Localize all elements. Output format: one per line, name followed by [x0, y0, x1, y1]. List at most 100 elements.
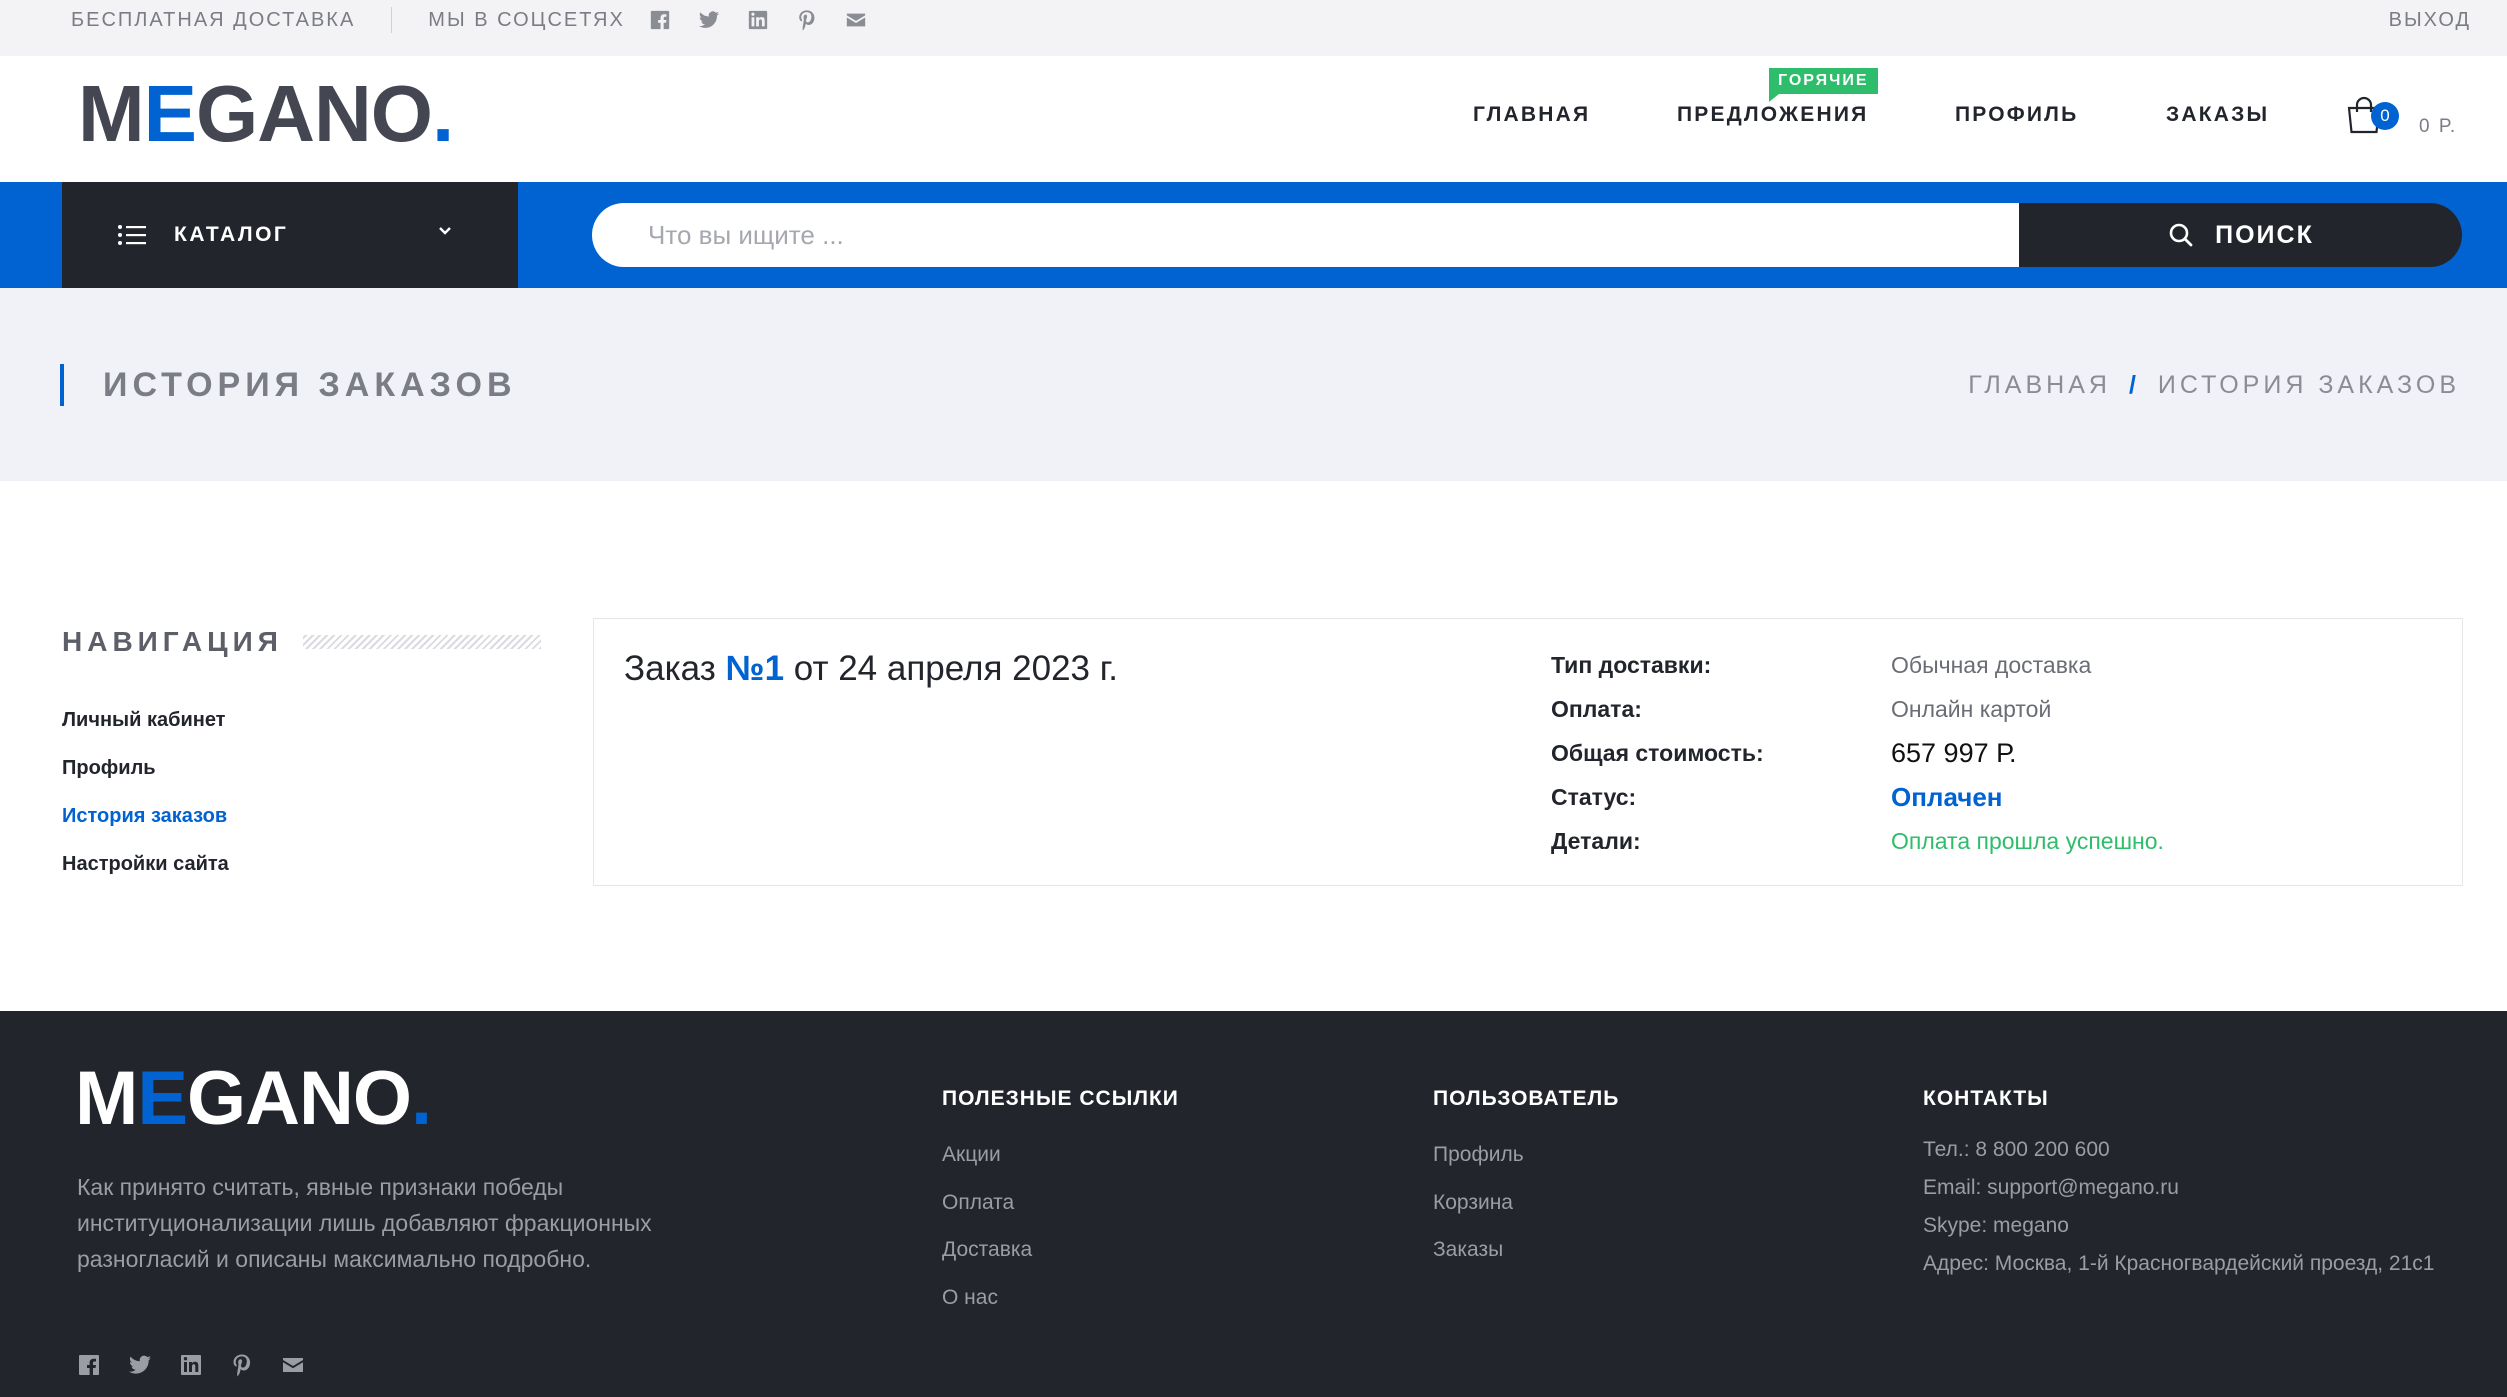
facebook-icon[interactable]	[649, 9, 671, 31]
pinterest-icon[interactable]	[230, 1353, 254, 1377]
mail-icon[interactable]	[845, 9, 867, 31]
cart-button[interactable]: 0	[2343, 94, 2399, 141]
breadcrumb-home[interactable]: ГЛАВНАЯ	[1968, 371, 2111, 400]
logo-letter-e: E	[143, 69, 197, 158]
logo-letter-m: M	[78, 69, 145, 158]
prop-details: Детали: Оплата прошла успешно.	[1551, 819, 2451, 863]
order-prefix: Заказ	[624, 649, 716, 688]
footer-useful-links: ПОЛЕЗНЫЕ ССЫЛКИ Акции Оплата Доставка О …	[942, 1087, 1179, 1321]
search-icon	[2167, 221, 2215, 249]
footer-link-promotions[interactable]: Акции	[942, 1131, 1179, 1179]
prop-total: Общая стоимость: 657 997 Р.	[1551, 731, 2451, 775]
sidebar-item-profile[interactable]: Профиль	[62, 748, 229, 796]
footer-user-links: ПОЛЬЗОВАТЕЛЬ Профиль Корзина Заказы	[1433, 1087, 1619, 1274]
prop-delivery: Тип доставки: Обычная доставка	[1551, 643, 2451, 687]
footer-about: Как принято считать, явные признаки побе…	[77, 1174, 652, 1272]
site-header: MEGANO. ГЛАВНАЯ ПРЕДЛОЖЕНИЯ ГОРЯЧИЕ ПРОФ…	[0, 56, 2507, 182]
search-button[interactable]: ПОИСК	[2019, 203, 2462, 267]
logo-text-rest: GANO	[187, 1056, 412, 1141]
chevron-down-icon	[436, 222, 454, 245]
twitter-icon[interactable]	[698, 9, 720, 31]
footer-link-payment[interactable]: Оплата	[942, 1179, 1179, 1227]
prop-label: Общая стоимость:	[1551, 739, 1764, 766]
logo-letter-e: E	[137, 1056, 188, 1141]
topbar-social	[649, 9, 894, 31]
prop-value: Обычная доставка	[1891, 651, 2092, 678]
catalog-label: КАТАЛОГ	[174, 223, 289, 246]
logo-dot: .	[411, 1056, 432, 1141]
twitter-icon[interactable]	[128, 1353, 152, 1377]
logout-link[interactable]: ВЫХОД	[2389, 0, 2471, 40]
sidebar-item-order-history[interactable]: История заказов	[62, 796, 229, 844]
sidebar-item-settings[interactable]: Настройки сайта	[62, 844, 229, 892]
prop-label: Тип доставки:	[1551, 651, 1712, 678]
nav-home[interactable]: ГЛАВНАЯ	[1473, 56, 1590, 174]
breadcrumb-separator: /	[2128, 370, 2140, 399]
footer-logo[interactable]: MEGANO.	[75, 1061, 432, 1137]
free-shipping-text: БЕСПЛАТНАЯ ДОСТАВКА	[71, 8, 356, 31]
search-input[interactable]	[592, 203, 2022, 267]
footer-link-orders[interactable]: Заказы	[1433, 1226, 1619, 1274]
payment-details-text: Оплата прошла успешно.	[1891, 827, 2164, 854]
page-title: ИСТОРИЯ ЗАКАЗОВ	[103, 366, 517, 404]
prop-value: Онлайн картой	[1891, 695, 2052, 722]
catalog-dropdown[interactable]: КАТАЛОГ	[62, 182, 518, 288]
list-icon	[117, 222, 147, 248]
mail-icon[interactable]	[281, 1353, 305, 1377]
contact-address: Адрес: Москва, 1-й Красногвардейский про…	[1923, 1252, 2435, 1275]
site-footer: MEGANO. Как принято считать, явные призн…	[0, 1011, 2507, 1397]
heading-stripes	[302, 635, 541, 649]
linkedin-icon[interactable]	[747, 9, 769, 31]
footer-link-profile[interactable]: Профиль	[1433, 1131, 1619, 1179]
footer-contacts-heading: КОНТАКТЫ	[1923, 1087, 2049, 1110]
footer-contacts: КОНТАКТЫ Тел.: 8 800 200 600 Email: supp…	[1923, 1087, 2434, 1283]
logo-letter-m: M	[75, 1056, 138, 1141]
sidebar-menu: Личный кабинет Профиль История заказов Н…	[62, 700, 229, 892]
sidebar-heading-text: НАВИГАЦИЯ	[62, 626, 283, 657]
sidebar-heading: НАВИГАЦИЯ	[62, 626, 541, 658]
cart-total: 0 Р.	[2419, 116, 2458, 137]
order-card[interactable]: Заказ №1 от 24 апреля 2023 г. Тип достав…	[593, 618, 2463, 886]
search-button-label: ПОИСК	[2215, 220, 2314, 249]
order-number-link[interactable]: №1	[726, 649, 784, 688]
prop-status: Статус: Оплачен	[1551, 775, 2451, 819]
contact-skype: Skype: megano	[1923, 1214, 2069, 1237]
cart-count-badge: 0	[2371, 102, 2399, 130]
order-total-price: 657 997 Р.	[1891, 737, 2017, 768]
nav-offers-label: ПРЕДЛОЖЕНИЯ	[1677, 103, 1869, 126]
contact-phone: Тел.: 8 800 200 600	[1923, 1138, 2110, 1161]
top-bar: БЕСПЛАТНАЯ ДОСТАВКА МЫ В СОЦСЕТЯХ ВЫХОД	[0, 0, 2507, 56]
search-form: ПОИСК	[592, 203, 2462, 267]
footer-link-cart[interactable]: Корзина	[1433, 1179, 1619, 1227]
contact-email: Email: support@megano.ru	[1923, 1176, 2179, 1199]
prop-label: Статус:	[1551, 783, 1637, 810]
linkedin-icon[interactable]	[179, 1353, 203, 1377]
breadcrumb-current: ИСТОРИЯ ЗАКАЗОВ	[2157, 370, 2460, 399]
nav-orders[interactable]: ЗАКАЗЫ	[2166, 56, 2269, 174]
footer-social	[77, 1353, 332, 1377]
order-date: от 24 апреля 2023 г.	[793, 649, 1118, 688]
breadcrumb: ГЛАВНАЯ / ИСТОРИЯ ЗАКАЗОВ	[1968, 364, 2460, 406]
nav-profile[interactable]: ПРОФИЛЬ	[1955, 56, 2078, 174]
status-badge: Оплачен	[1891, 781, 2003, 812]
social-label: МЫ В СОЦСЕТЯХ	[428, 8, 625, 31]
hot-badge: ГОРЯЧИЕ	[1769, 68, 1878, 102]
topbar-divider	[391, 7, 393, 33]
sidebar-item-account[interactable]: Личный кабинет	[62, 700, 229, 748]
search-bar: КАТАЛОГ ПОИСК	[0, 182, 2507, 288]
facebook-icon[interactable]	[77, 1353, 101, 1377]
logo-dot: .	[432, 69, 454, 158]
site-logo[interactable]: MEGANO.	[78, 74, 454, 154]
pinterest-icon[interactable]	[796, 9, 818, 31]
page-title-section: ИСТОРИЯ ЗАКАЗОВ ГЛАВНАЯ / ИСТОРИЯ ЗАКАЗО…	[0, 288, 2507, 481]
logo-text-rest: GANO	[196, 69, 433, 158]
footer-user-heading: ПОЛЬЗОВАТЕЛЬ	[1433, 1087, 1620, 1110]
nav-offers[interactable]: ПРЕДЛОЖЕНИЯ ГОРЯЧИЕ	[1677, 56, 1878, 174]
order-title: Заказ №1 от 24 апреля 2023 г.	[624, 649, 1118, 689]
footer-useful-heading: ПОЛЕЗНЫЕ ССЫЛКИ	[942, 1087, 1179, 1110]
title-accent-bar	[60, 364, 64, 406]
footer-link-about[interactable]: О нас	[942, 1274, 1179, 1322]
footer-link-delivery[interactable]: Доставка	[942, 1226, 1179, 1274]
prop-payment: Оплата: Онлайн картой	[1551, 687, 2451, 731]
prop-label: Детали:	[1551, 827, 1641, 854]
